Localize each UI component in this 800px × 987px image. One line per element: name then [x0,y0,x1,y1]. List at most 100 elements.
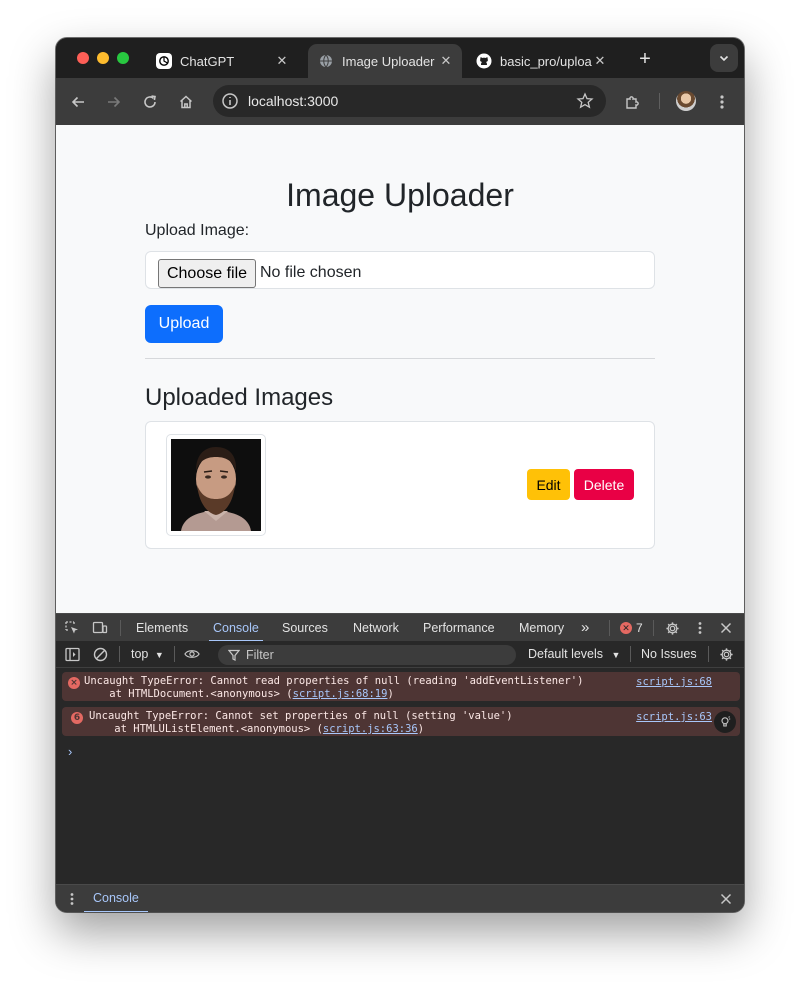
devtools-settings-button[interactable] [664,620,680,636]
context-selector[interactable]: top ▼ [131,647,164,661]
extensions-button[interactable] [620,90,644,114]
more-vertical-icon [698,622,702,634]
new-tab-button[interactable]: + [632,46,658,72]
devtools-tab-console[interactable]: Console [209,614,263,642]
tab-chatgpt[interactable]: ChatGPT ✕ [146,44,298,78]
devtools-drawer: Console [56,884,744,912]
page-title: Image Uploader [286,177,514,213]
devtools-tab-performance[interactable]: Performance [423,614,495,642]
address-bar[interactable]: localhost:3000 [213,85,606,117]
toolbar-divider [659,93,660,109]
devtools-tab-elements[interactable]: Elements [136,614,188,642]
console-settings-button[interactable] [718,646,734,662]
more-vertical-icon [70,893,74,905]
more-tabs-button[interactable]: » [581,614,589,642]
log-levels-dropdown[interactable]: Default levels ▼ [528,647,620,661]
forward-button[interactable] [102,90,126,114]
plus-icon: + [639,47,651,70]
devtools-divider [609,620,610,636]
back-button[interactable] [66,90,90,114]
devtools-divider [630,646,631,662]
devtools-tab-memory[interactable]: Memory [519,614,564,642]
devtools-tab-sources[interactable]: Sources [282,614,328,642]
profile-avatar[interactable] [676,91,696,111]
stack-prefix: at HTMLUListElement.<anonymous> ( [89,723,323,735]
reload-button[interactable] [138,90,162,114]
close-icon[interactable]: ✕ [592,53,608,69]
chevron-down-icon [719,55,729,62]
puzzle-icon [625,95,639,109]
tab-title: basic_pro/uploa [500,53,592,69]
gear-icon [719,647,733,661]
close-icon[interactable]: ✕ [274,53,290,69]
stack-suffix: ) [387,688,394,700]
issues-button[interactable]: No Issues [641,647,697,661]
devtools-divider [708,646,709,662]
tab-strip: ChatGPT ✕ Image Uploader ✕ basic_pro/upl… [56,38,744,78]
console-filter-input[interactable]: Filter [218,645,516,665]
no-file-chosen-text: No file chosen [260,264,362,281]
maximize-window-button[interactable] [117,52,129,64]
stack-prefix: at HTMLDocument.<anonymous> ( [84,688,293,700]
filter-icon [228,649,240,661]
error-counter[interactable]: ✕ 7 [620,621,643,635]
uploaded-images-heading: Uploaded Images [145,384,334,411]
dropdown-arrow-icon: ▼ [611,650,621,660]
tab-image-uploader[interactable]: Image Uploader ✕ [308,44,462,78]
devtools-divider [120,620,121,636]
error-source-link[interactable]: script.js:68 [636,676,712,688]
devtools-panel: Elements Console Sources Network Perform… [56,613,744,912]
error-count: 7 [636,621,643,635]
close-window-button[interactable] [77,52,89,64]
ai-explain-button[interactable] [714,711,736,733]
uploaded-image-item: Edit Delete [145,421,655,549]
browser-menu-button[interactable] [710,90,734,114]
log-levels-value: Default levels [528,647,604,661]
home-button[interactable] [174,90,198,114]
error-text: Uncaught TypeError: Cannot read properti… [84,675,584,687]
globe-icon [318,53,334,69]
uploaded-photo [171,439,261,531]
error-icon: × [68,677,80,689]
delete-button[interactable]: Delete [574,469,634,500]
clear-console-icon[interactable] [92,646,108,662]
file-input[interactable]: Choose file No file chosen [145,251,655,289]
error-source-link[interactable]: script.js:63 [636,711,712,723]
error-repeat-badge: 6 [71,712,83,724]
close-devtools-button[interactable] [718,620,734,636]
close-drawer-button[interactable] [718,891,734,907]
divider [145,358,655,359]
devtools-menu-button[interactable] [692,620,708,636]
star-icon[interactable] [576,92,594,110]
console-error-message: × Uncaught TypeError: Cannot read proper… [62,672,740,701]
tab-github[interactable]: basic_pro/uploa ✕ [466,44,616,78]
sidebar-toggle-icon[interactable] [64,646,80,662]
inspect-element-icon[interactable] [64,620,80,636]
tab-title: ChatGPT [180,53,235,69]
edit-button[interactable]: Edit [527,469,570,500]
tab-search-button[interactable] [710,44,738,72]
minimize-window-button[interactable] [97,52,109,64]
drawer-menu-button[interactable] [64,891,80,907]
github-icon [476,53,492,69]
devtools-divider [653,620,654,636]
console-toolbar: top ▼ Filter Default levels ▼ No Issues [56,641,744,668]
arrow-right-icon [108,96,121,108]
live-expression-eye-icon[interactable] [184,646,200,662]
device-toolbar-icon[interactable] [92,620,108,636]
close-icon[interactable]: ✕ [438,53,454,69]
stack-suffix: ) [417,723,425,735]
info-icon[interactable] [221,92,239,110]
error-icon: ✕ [620,622,632,634]
console-prompt[interactable]: › [68,744,72,759]
drawer-tab-console[interactable]: Console [84,885,148,912]
close-icon [720,622,732,634]
choose-file-button[interactable]: Choose file [158,259,256,288]
context-value: top [131,647,149,661]
stack-source-link[interactable]: script.js:68:19 [293,688,388,700]
devtools-tab-network[interactable]: Network [353,614,399,642]
stack-source-link[interactable]: script.js:63:36 [323,723,418,735]
upload-button[interactable]: Upload [145,305,223,343]
arrow-left-icon [71,96,84,108]
devtools-divider [174,646,175,662]
